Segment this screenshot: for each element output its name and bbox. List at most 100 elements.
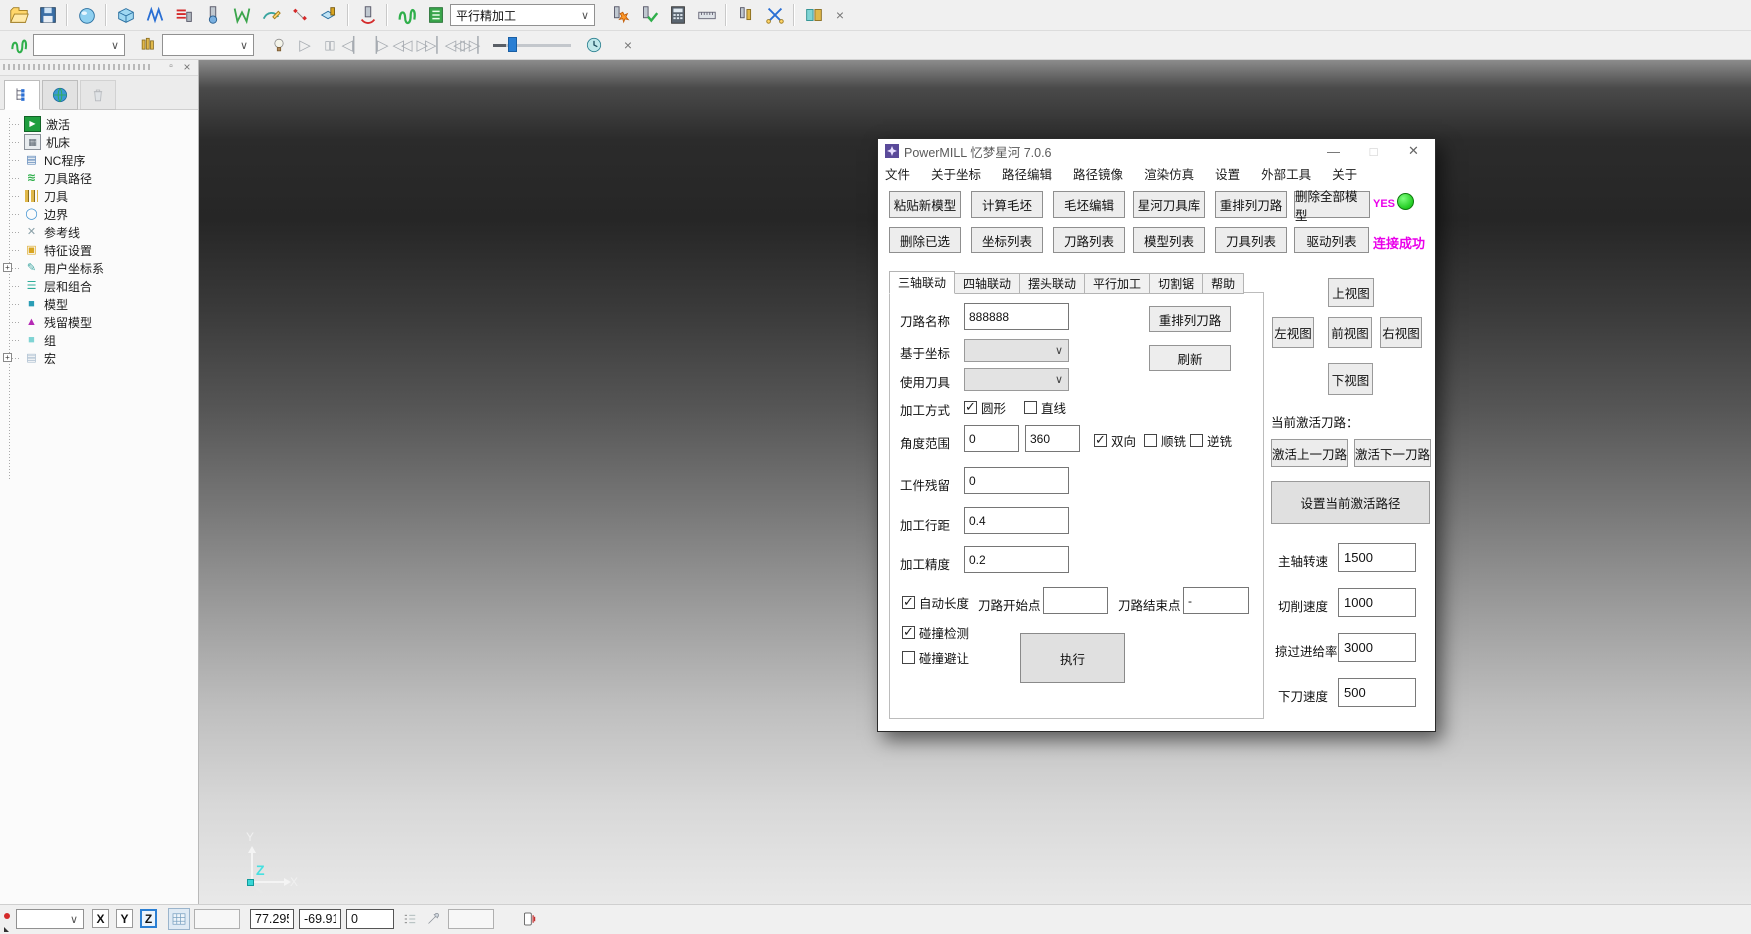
spindle-input[interactable] bbox=[1338, 543, 1416, 572]
drive-list-button[interactable]: 驱动列表 bbox=[1294, 227, 1369, 253]
tool-combobox[interactable]: ∨ bbox=[964, 368, 1069, 391]
climb-checkbox[interactable]: 顺铣 bbox=[1144, 431, 1186, 450]
mode-circle-checkbox[interactable]: 圆形 bbox=[964, 398, 1006, 417]
checkbox-icon[interactable] bbox=[902, 626, 915, 639]
slider-handle[interactable] bbox=[508, 37, 517, 52]
execute-button[interactable]: 执行 bbox=[1020, 633, 1125, 683]
xyz-list-icon[interactable] bbox=[400, 908, 420, 930]
view-bottom-button[interactable]: 下视图 bbox=[1328, 363, 1373, 395]
tool-library-button[interactable]: 星河刀具库 bbox=[1133, 191, 1205, 218]
menu-external-tools[interactable]: 外部工具 bbox=[1259, 163, 1313, 184]
ruler-icon[interactable] bbox=[692, 1, 721, 29]
angle-from-input[interactable] bbox=[964, 425, 1019, 452]
paste-model-button[interactable]: 粘贴新模型 bbox=[889, 191, 961, 218]
x-axis-button[interactable]: X bbox=[92, 909, 109, 928]
step-back-icon[interactable] bbox=[341, 31, 365, 59]
tab-3axis[interactable]: 三轴联动 bbox=[889, 271, 955, 294]
workplane-block-icon[interactable] bbox=[314, 1, 343, 29]
menu-path-edit[interactable]: 路径编辑 bbox=[1000, 163, 1054, 184]
minimize-button[interactable]: — bbox=[1318, 139, 1349, 163]
pattern-pencil-icon[interactable] bbox=[256, 1, 285, 29]
coord-combobox[interactable]: ∨ bbox=[964, 339, 1069, 362]
tab-web-globe[interactable] bbox=[42, 80, 78, 110]
maximize-button[interactable]: □ bbox=[1358, 139, 1389, 163]
cursor-z-field[interactable] bbox=[346, 909, 394, 929]
grid-size-field[interactable] bbox=[194, 909, 240, 929]
clock-icon[interactable] bbox=[579, 31, 608, 59]
tab-recycle-bin[interactable] bbox=[80, 80, 116, 110]
activate-next-button[interactable]: 激活下一刀路 bbox=[1354, 439, 1431, 467]
menu-path-mirror[interactable]: 路径镜像 bbox=[1071, 163, 1125, 184]
open-file-icon[interactable] bbox=[4, 1, 33, 29]
sim-tool-dropdown[interactable]: ∨ bbox=[162, 34, 254, 56]
coord-list-button[interactable]: 坐标列表 bbox=[971, 227, 1043, 253]
tree-item-boundaries[interactable]: 边界 bbox=[0, 205, 198, 223]
lamp-icon[interactable] bbox=[264, 31, 293, 59]
tab-tilt-head[interactable]: 摆头联动 bbox=[1019, 273, 1085, 294]
shaded-sphere-icon[interactable] bbox=[72, 1, 101, 29]
start-point-input[interactable] bbox=[1043, 587, 1108, 614]
menu-render-sim[interactable]: 渲染仿真 bbox=[1142, 163, 1196, 184]
fast-forward-icon[interactable] bbox=[413, 31, 437, 59]
tree-item-machine[interactable]: 机床 bbox=[0, 133, 198, 151]
statusbar-dropdown[interactable]: ∨ bbox=[16, 909, 84, 929]
toolpath-name-input[interactable] bbox=[964, 303, 1069, 330]
tab-help[interactable]: 帮助 bbox=[1202, 273, 1244, 294]
collision-check-icon[interactable] bbox=[353, 1, 382, 29]
toolpath-list-button[interactable]: 刀路列表 bbox=[1053, 227, 1125, 253]
pause-display-icon[interactable] bbox=[518, 908, 540, 930]
menu-coords[interactable]: 关于坐标 bbox=[929, 163, 983, 184]
sim-toolpath-dropdown[interactable]: ∨ bbox=[33, 34, 125, 56]
calc-stock-button[interactable]: 计算毛坯 bbox=[971, 191, 1043, 218]
collision-check-checkbox[interactable]: 碰撞检测 bbox=[902, 623, 969, 642]
go-end-icon[interactable] bbox=[461, 31, 485, 59]
activate-prev-button[interactable]: 激活上一刀路 bbox=[1271, 439, 1348, 467]
flame-tool-icon[interactable] bbox=[605, 1, 634, 29]
calculator-icon[interactable] bbox=[663, 1, 692, 29]
pause-icon[interactable] bbox=[317, 31, 341, 59]
grid-toggle-icon[interactable] bbox=[168, 908, 190, 930]
view-top-button[interactable]: 上视图 bbox=[1328, 278, 1374, 307]
dialog-titlebar[interactable]: PowerMILL 忆梦星河 7.0.6 — □ ✕ bbox=[878, 139, 1435, 163]
tree-item-tools[interactable]: 刀具 bbox=[0, 187, 198, 205]
angle-to-input[interactable] bbox=[1025, 425, 1080, 452]
toolbar-close-icon[interactable] bbox=[828, 1, 852, 29]
stepover-input[interactable] bbox=[964, 507, 1069, 534]
block-icon[interactable] bbox=[111, 1, 140, 29]
expand-icon[interactable]: + bbox=[3, 263, 12, 272]
set-active-path-button[interactable]: 设置当前激活路径 bbox=[1271, 481, 1430, 524]
cursor-y-field[interactable] bbox=[299, 909, 341, 929]
tree-item-workplanes[interactable]: +用户坐标系 bbox=[0, 259, 198, 277]
stock-input[interactable] bbox=[964, 467, 1069, 494]
tab-parallel[interactable]: 平行加工 bbox=[1084, 273, 1150, 294]
tree-item-levels-sets[interactable]: 层和组合 bbox=[0, 277, 198, 295]
checkbox-icon[interactable] bbox=[1024, 401, 1037, 414]
tree-item-nc-programs[interactable]: NC程序 bbox=[0, 151, 198, 169]
feature-lines-icon[interactable] bbox=[169, 1, 198, 29]
view-front-button[interactable]: 前视图 bbox=[1328, 317, 1372, 348]
tree-item-macros[interactable]: +宏 bbox=[0, 349, 198, 367]
tool-ball-icon[interactable] bbox=[198, 1, 227, 29]
edit-stock-button[interactable]: 毛坯编辑 bbox=[1053, 191, 1125, 218]
compare-blocks-icon[interactable] bbox=[799, 1, 828, 29]
tree-item-activate[interactable]: 激活 bbox=[0, 115, 198, 133]
z-axis-button[interactable]: Z bbox=[140, 909, 157, 928]
expand-icon[interactable]: + bbox=[3, 353, 12, 362]
tab-4axis[interactable]: 四轴联动 bbox=[954, 273, 1020, 294]
toolbar-close-icon[interactable] bbox=[616, 31, 640, 59]
refresh-button[interactable]: 刷新 bbox=[1149, 345, 1231, 371]
go-start-icon[interactable] bbox=[437, 31, 461, 59]
skim-input[interactable] bbox=[1338, 633, 1416, 662]
cursor-x-field[interactable] bbox=[250, 909, 294, 929]
step-forward-icon[interactable] bbox=[365, 31, 389, 59]
verify-tool-icon[interactable] bbox=[634, 1, 663, 29]
save-icon[interactable] bbox=[33, 1, 62, 29]
cutting-input[interactable] bbox=[1338, 588, 1416, 617]
end-point-input[interactable] bbox=[1183, 587, 1249, 614]
view-left-button[interactable]: 左视图 bbox=[1272, 317, 1314, 348]
checkbox-icon[interactable] bbox=[1094, 434, 1107, 447]
menu-file[interactable]: 文件 bbox=[883, 163, 912, 184]
panel-grip[interactable]: ▫ × bbox=[0, 60, 198, 76]
checkbox-icon[interactable] bbox=[1190, 434, 1203, 447]
close-panel-icon[interactable]: × bbox=[180, 61, 194, 73]
